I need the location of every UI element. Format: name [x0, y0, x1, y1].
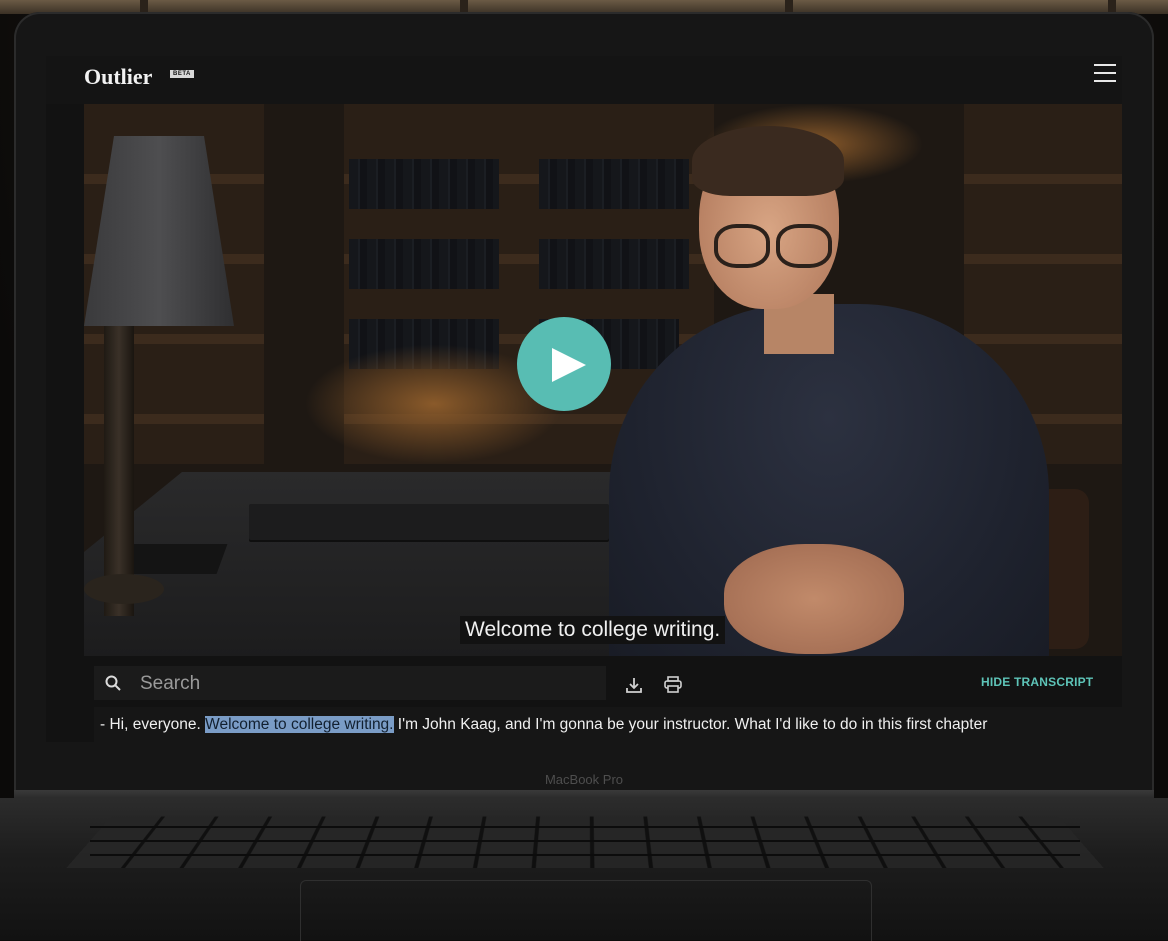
video-caption: Welcome to college writing. [460, 616, 726, 644]
print-icon[interactable] [664, 676, 682, 693]
books [539, 159, 689, 209]
glasses-left [714, 224, 770, 268]
hamburger-menu-icon[interactable] [1094, 64, 1118, 86]
books [349, 239, 499, 289]
brand-logo[interactable]: Outlier [84, 64, 152, 90]
keyboard-row [90, 826, 1080, 828]
books [539, 239, 689, 289]
device-label: MacBook Pro [544, 772, 624, 787]
keyboard-row [90, 840, 1080, 842]
lamp-foot [84, 574, 164, 604]
desk-book [249, 504, 609, 540]
books [349, 159, 499, 209]
laptop-screen: Outlier BETA Welcome to college writing.… [46, 56, 1122, 742]
lamp-stand [104, 326, 134, 616]
transcript-before: - Hi, everyone. [100, 716, 206, 733]
play-icon [552, 348, 586, 382]
hide-transcript-link[interactable]: HIDE TRANSCRIPT [981, 675, 1093, 689]
instructor-hair [692, 126, 844, 196]
glasses-right [776, 224, 832, 268]
transcript-search[interactable] [94, 666, 606, 700]
trackpad [300, 880, 872, 941]
search-icon [105, 675, 121, 691]
transcript-after: I'm John Kaag, and I'm gonna be your ins… [393, 716, 988, 733]
transcript-text: - Hi, everyone. Welcome to college writi… [94, 707, 1122, 742]
transcript-highlight[interactable]: Welcome to college writing. [205, 716, 394, 733]
video-player[interactable]: Welcome to college writing. [84, 104, 1122, 656]
keyboard [66, 816, 1104, 868]
search-input[interactable] [138, 668, 582, 700]
beta-badge: BETA [170, 70, 194, 78]
play-button[interactable] [517, 317, 611, 411]
keyboard-row [90, 854, 1080, 856]
download-icon[interactable] [626, 677, 642, 693]
instructor-hands [724, 544, 904, 654]
top-navbar: Outlier BETA [46, 56, 1122, 104]
